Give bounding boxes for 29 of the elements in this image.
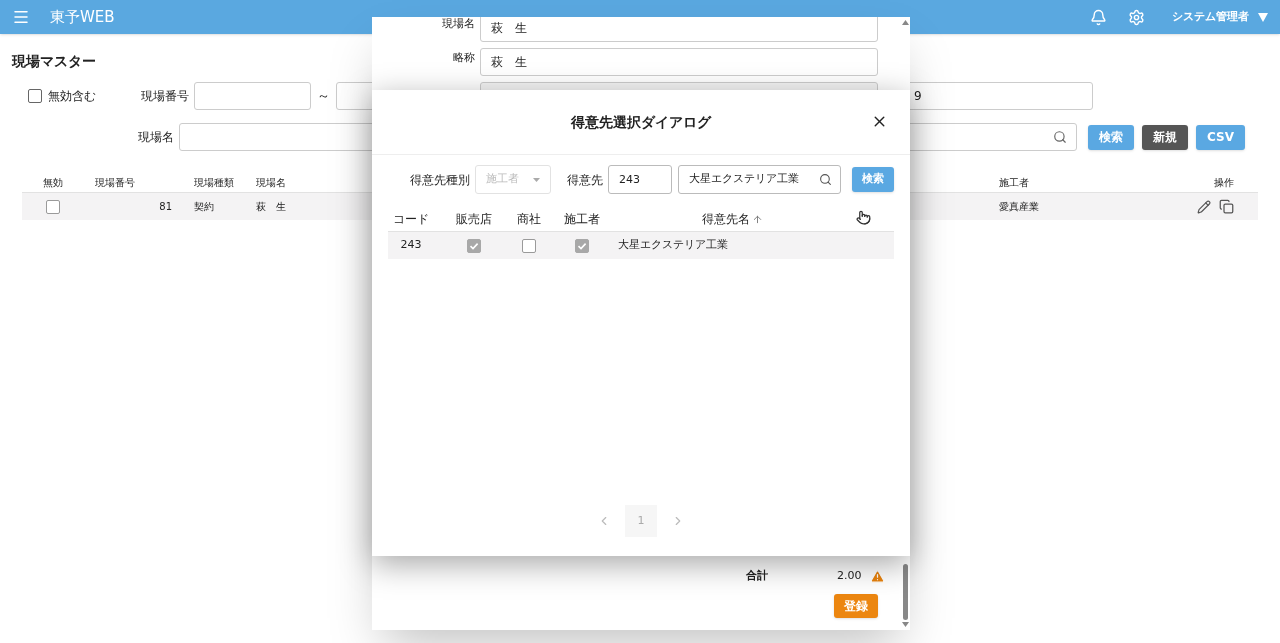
table-cell-text: 萩 生 [256,200,287,214]
table-cell-text: 契約 [194,200,215,214]
table-cell-text: 243 [399,237,423,254]
column-header: 現場名 [256,176,287,190]
field-label: 現場名 [138,129,174,146]
total-value: 2.00 [837,567,862,584]
column-header: 施工者 [999,176,1030,190]
column-header: 販売店 [455,211,493,228]
range-separator: ～ [317,87,330,106]
field-label: 略称 [452,50,475,66]
table-cell: 大星エクステリア工業 [618,237,728,254]
total-label: 合計 [746,567,768,584]
page-title: 現場マスター [12,52,96,71]
field-label: 現場名 [441,17,475,32]
column-header: 商社 [516,211,541,228]
column-header: 施工者 [563,211,601,228]
dialog-title: 得意先選択ダイアログ [571,112,711,132]
field-label: 得意先 [567,171,603,189]
column-header: コード [392,211,430,228]
field-label: 現場番号 [141,88,189,105]
column-header: 無効 [42,176,64,190]
table-cell-text: 81 [158,200,172,214]
field-label: 得意先種別 [410,171,470,189]
column-header: 操作 [1213,176,1235,190]
checkbox-label: 無効含む [48,88,96,105]
column-header: 現場種類 [194,176,235,190]
app-title: 東予WEB [50,6,115,28]
column-header: 現場番号 [95,176,136,190]
table-cell-text: 愛真産業 [999,200,1040,214]
